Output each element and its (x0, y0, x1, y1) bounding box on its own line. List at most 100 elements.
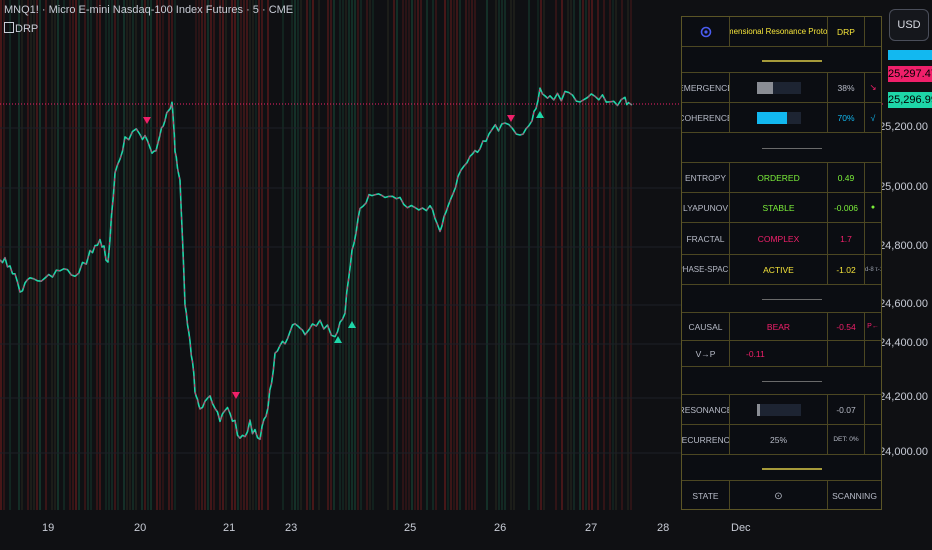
coherence-bar (756, 111, 801, 124)
background-stripe (453, 0, 455, 510)
time-axis[interactable]: 19 20 21 23 25 26 27 28 Dec (0, 510, 932, 550)
background-stripe (468, 0, 470, 510)
background-stripe (168, 0, 170, 510)
background-stripe (84, 0, 86, 510)
resonance-bar (756, 403, 801, 416)
background-stripe (174, 0, 176, 510)
coherence-value: 70% (828, 103, 865, 132)
background-stripe (570, 0, 572, 510)
time-tick: Dec (731, 522, 751, 534)
background-stripe (147, 0, 149, 510)
background-stripe (366, 0, 368, 510)
resonance-bar-fill (756, 403, 760, 416)
separator (682, 285, 881, 313)
panel-header: Dimensional Resonance Protocol DRP (682, 17, 881, 47)
background-stripe (234, 0, 236, 510)
background-stripe (333, 0, 335, 510)
background-stripe (39, 0, 41, 510)
background-stripe (495, 0, 497, 510)
resonance-value: -0.07 (828, 395, 865, 424)
background-stripe (204, 0, 206, 510)
time-tick: 21 (223, 522, 236, 534)
background-stripe (207, 0, 209, 510)
background-stripe (195, 0, 197, 510)
background-stripe (297, 0, 299, 510)
background-stripe (45, 0, 47, 510)
background-stripe (126, 0, 128, 510)
background-stripe (459, 0, 461, 510)
currency-button[interactable]: USD (889, 9, 929, 41)
background-stripe (567, 0, 569, 510)
lyapunov-row: LYAPUNOV STABLE -0.006 ● (682, 193, 881, 223)
trend-down-icon: ↘ (869, 82, 877, 92)
background-stripe (621, 0, 623, 510)
background-stripe (0, 0, 2, 510)
background-stripe (129, 0, 131, 510)
background-stripe (339, 0, 341, 510)
causal-value: -0.54 (828, 313, 865, 340)
causal-direction: P← (867, 323, 879, 330)
state-value: SCANNING (832, 491, 877, 501)
entropy-label: ENTROPY (682, 163, 730, 192)
separator (682, 133, 881, 163)
recurrence-value: 25% (730, 425, 828, 454)
causal-row: CAUSAL BEAR -0.54 P← (682, 313, 881, 341)
phase-space-value: -1.02 (828, 255, 865, 284)
price-tick: 24,200.00 (879, 391, 928, 403)
background-stripe (540, 0, 542, 510)
time-tick: 26 (494, 522, 507, 534)
background-stripe (342, 0, 344, 510)
background-stripe (162, 0, 164, 510)
price-tick: 25,000.00 (879, 181, 928, 193)
background-stripe (111, 0, 113, 510)
background-stripe (543, 0, 545, 510)
background-stripe (627, 0, 629, 510)
background-stripe (330, 0, 332, 510)
time-tick: 23 (285, 522, 298, 534)
recurrence-row: RECURRENCE 25% DET: 0% (682, 425, 881, 455)
background-stripe (408, 0, 410, 510)
background-stripe (396, 0, 398, 510)
price-badge-partial (888, 50, 932, 60)
background-stripe (90, 0, 92, 510)
causal-state: BEAR (730, 313, 828, 340)
background-stripe (72, 0, 74, 510)
background-stripe (159, 0, 161, 510)
time-tick: 27 (585, 522, 598, 534)
background-stripe (57, 0, 59, 510)
symbol-title[interactable]: MNQ1! · Micro E-mini Nasdaq-100 Index Fu… (4, 4, 293, 16)
background-stripe (18, 0, 20, 510)
background-stripe (450, 0, 452, 510)
background-stripe (501, 0, 503, 510)
recurrence-label: RECURRENCE (682, 425, 730, 454)
background-stripe (414, 0, 416, 510)
background-stripe (327, 0, 329, 510)
background-stripe (612, 0, 614, 510)
background-stripe (78, 0, 80, 510)
background-stripe (210, 0, 212, 510)
background-stripe (27, 0, 29, 510)
background-stripe (309, 0, 311, 510)
check-icon: √ (870, 112, 876, 123)
background-stripe (231, 0, 233, 510)
background-stripe (597, 0, 599, 510)
indicator-label[interactable]: DRP (4, 22, 38, 35)
background-stripe (54, 0, 56, 510)
separator (682, 367, 881, 395)
background-stripe (156, 0, 158, 510)
entropy-state: ORDERED (730, 163, 828, 192)
background-stripe (603, 0, 605, 510)
fractal-state: COMPLEX (730, 223, 828, 254)
background-stripe (9, 0, 11, 510)
entropy-row: ENTROPY ORDERED 0.49 (682, 163, 881, 193)
background-stripe (144, 0, 146, 510)
emergence-bar-fill (756, 81, 774, 94)
background-stripe (99, 0, 101, 510)
background-stripe (69, 0, 71, 510)
background-stripe (582, 0, 584, 510)
state-label: STATE (682, 481, 730, 509)
background-stripe (318, 0, 320, 510)
fractal-value: 1.7 (828, 223, 865, 254)
coherence-bar-fill (756, 111, 788, 124)
background-stripe (213, 0, 215, 510)
